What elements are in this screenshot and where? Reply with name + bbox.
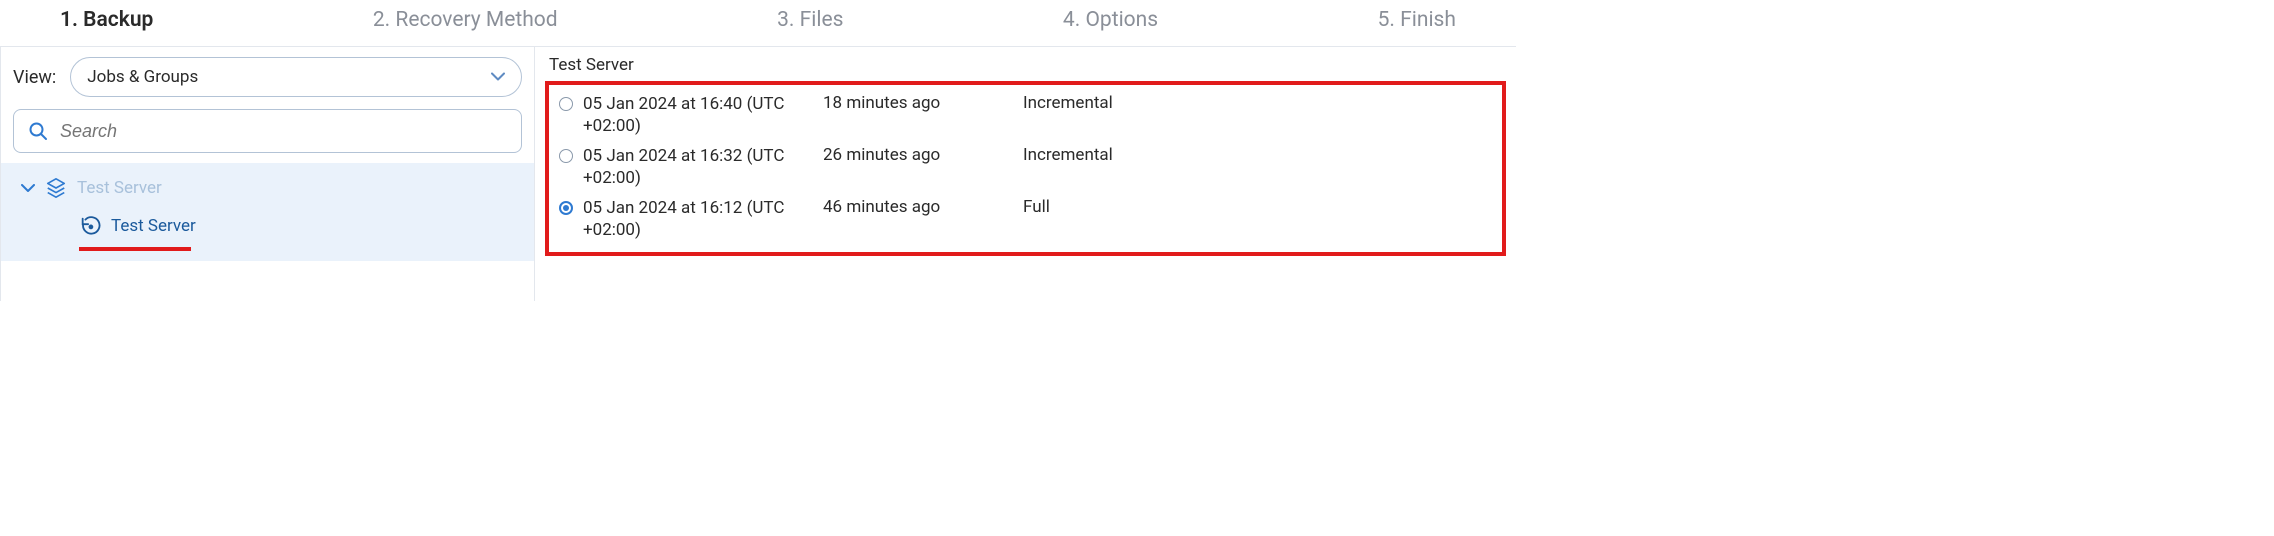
right-panel: Test Server 05 Jan 2024 at 16:40 (UTC +0…: [535, 47, 1516, 301]
wizard-step-4[interactable]: 4. Options: [1063, 8, 1158, 32]
recovery-point-type: Incremental: [1023, 93, 1492, 113]
tree-parent-row[interactable]: Test Server: [1, 169, 534, 207]
wizard-step-1[interactable]: 1. Backup: [60, 8, 153, 32]
recovery-point-date: 05 Jan 2024 at 16:12 (UTC +02:00): [583, 197, 813, 241]
tree-child-label: Test Server: [111, 216, 196, 236]
recovery-point-row[interactable]: 05 Jan 2024 at 16:32 (UTC +02:00) 26 minu…: [559, 141, 1492, 193]
wizard-steps: 1. Backup 2. Recovery Method 3. Files 4. Op…: [0, 0, 1516, 47]
recovery-point-date: 05 Jan 2024 at 16:32 (UTC +02:00): [583, 145, 813, 189]
recovery-point-date: 05 Jan 2024 at 16:40 (UTC +02:00): [583, 93, 813, 137]
view-row: View: Jobs & Groups: [13, 57, 522, 97]
tree-parent-label: Test Server: [77, 178, 162, 198]
recovery-point-age: 46 minutes ago: [823, 197, 1013, 217]
chevron-down-icon: [491, 73, 505, 82]
view-label: View:: [13, 67, 56, 88]
recovery-points-list: 05 Jan 2024 at 16:40 (UTC +02:00) 18 minu…: [545, 81, 1506, 256]
wizard-step-2[interactable]: 2. Recovery Method: [373, 8, 558, 32]
tree: Test Server Test Server: [1, 163, 534, 261]
annotation-underline: [79, 247, 191, 251]
restore-icon: [79, 215, 101, 237]
wizard-step-3[interactable]: 3. Files: [777, 8, 843, 32]
recovery-point-age: 18 minutes ago: [823, 93, 1013, 113]
recovery-point-type: Incremental: [1023, 145, 1492, 165]
chevron-down-icon: [21, 184, 35, 193]
recovery-point-age: 26 minutes ago: [823, 145, 1013, 165]
view-select-value: Jobs & Groups: [87, 67, 198, 87]
recovery-point-row[interactable]: 05 Jan 2024 at 16:12 (UTC +02:00) 46 minu…: [559, 193, 1492, 245]
recovery-point-row[interactable]: 05 Jan 2024 at 16:40 (UTC +02:00) 18 minu…: [559, 89, 1492, 141]
recovery-points-title: Test Server: [549, 55, 1506, 75]
view-select[interactable]: Jobs & Groups: [70, 57, 522, 97]
recovery-point-type: Full: [1023, 197, 1492, 217]
wizard-step-5[interactable]: 5. Finish: [1378, 8, 1456, 32]
radio-button[interactable]: [559, 97, 573, 111]
radio-button[interactable]: [559, 201, 573, 215]
stack-icon: [45, 177, 67, 199]
tree-child-row[interactable]: Test Server: [1, 207, 534, 245]
search-input[interactable]: [60, 121, 507, 142]
radio-button[interactable]: [559, 149, 573, 163]
content-row: View: Jobs & Groups Test: [0, 47, 1516, 301]
search-box[interactable]: [13, 109, 522, 153]
left-panel: View: Jobs & Groups Test: [0, 47, 535, 301]
search-icon: [28, 121, 48, 141]
